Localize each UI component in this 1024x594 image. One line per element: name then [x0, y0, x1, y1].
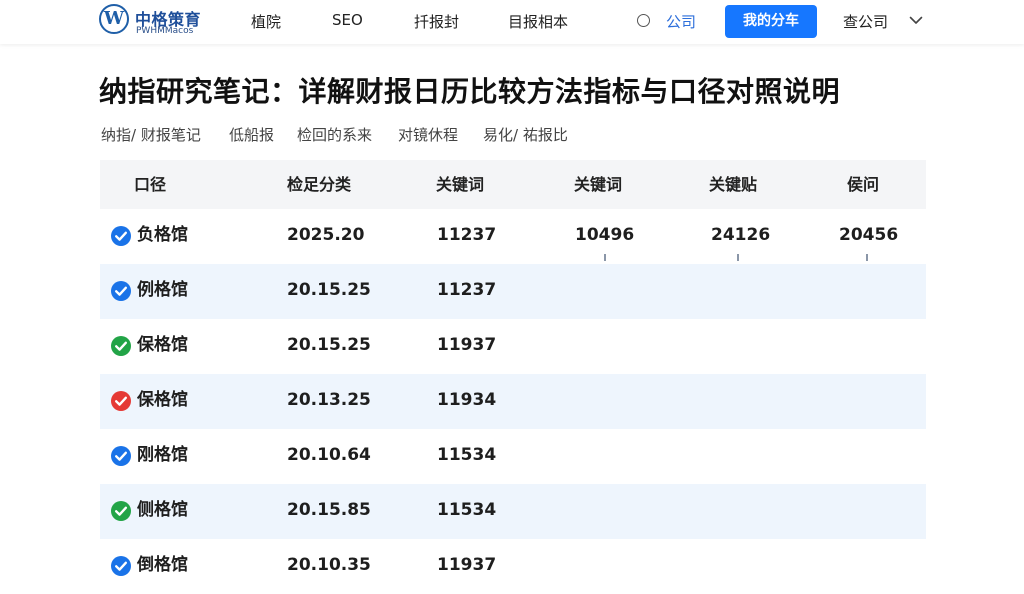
- check-circle-icon: [111, 556, 131, 576]
- column-header-caliber[interactable]: 口径: [134, 160, 166, 209]
- row-value: 11237: [437, 280, 497, 300]
- check-circle-icon: [111, 336, 131, 356]
- column-header-keyword[interactable]: 关键词: [436, 160, 484, 209]
- nav-item-1[interactable]: 植院: [251, 11, 281, 32]
- table-row[interactable]: 刚格馆 20.10.64 11534: [100, 429, 926, 484]
- row-extra-value: 20456: [839, 225, 899, 245]
- table-row[interactable]: 保格馆 20.13.25 11934: [100, 374, 926, 429]
- row-period: 20.13.25: [287, 390, 371, 410]
- row-name: 负格馆: [137, 225, 188, 245]
- row-period: 20.15.25: [287, 335, 371, 355]
- nav-item-4[interactable]: 目报相本: [508, 11, 568, 32]
- breadcrumb-item-1[interactable]: 纳指/ 财报笔记: [101, 124, 201, 145]
- row-period: 20.10.64: [287, 445, 371, 465]
- logo-mark-icon: W: [99, 4, 129, 34]
- row-name: 保格馆: [137, 335, 188, 355]
- row-period: 20.15.85: [287, 500, 371, 520]
- row-value: 11534: [437, 500, 497, 520]
- data-table: 口径 检足分类 关键词 关键词 关键贴 侯问 负格馆 2025.20 11237 10…: [100, 160, 926, 594]
- column-header-category[interactable]: 检足分类: [287, 160, 351, 209]
- table-header: 口径 检足分类 关键词 关键词 关键贴 侯问: [100, 160, 926, 209]
- row-value: 11237: [437, 225, 497, 245]
- column-header-keyword-post[interactable]: 关键贴: [709, 160, 757, 209]
- breadcrumb-item-2[interactable]: 低船报: [229, 124, 274, 145]
- check-circle-icon: [111, 501, 131, 521]
- breadcrumb-item-4[interactable]: 对镜休程: [398, 124, 458, 145]
- row-name: 倒格馆: [137, 555, 188, 575]
- row-value: 11934: [437, 390, 497, 410]
- row-value: 11534: [437, 445, 497, 465]
- top-navigation-bar: W 中格策育 PWHMMacos 植院 SEO 扦报封 目报相本 公司 我的分车…: [0, 0, 1024, 44]
- radio-icon[interactable]: [637, 14, 650, 27]
- check-circle-icon: [111, 446, 131, 466]
- row-value: 11937: [437, 335, 497, 355]
- tick-mark: [737, 254, 739, 261]
- row-period: 20.15.25: [287, 280, 371, 300]
- row-name: 例格馆: [137, 280, 188, 300]
- column-header-query[interactable]: 侯问: [847, 160, 879, 209]
- row-extra-value: 24126: [711, 225, 771, 245]
- row-value: 11937: [437, 555, 497, 575]
- row-name: 侧格馆: [137, 500, 188, 520]
- column-header-keyword-2[interactable]: 关键词: [574, 160, 622, 209]
- company-link[interactable]: 公司: [666, 11, 696, 32]
- table-row[interactable]: 侧格馆 20.15.85 11534: [100, 484, 926, 539]
- company-menu[interactable]: 查公司: [843, 11, 888, 32]
- breadcrumb-item-3[interactable]: 检回的系来: [297, 124, 372, 145]
- table-row[interactable]: 负格馆 2025.20 11237 10496 24126 20456: [100, 209, 926, 264]
- tick-mark: [604, 254, 606, 261]
- row-period: 20.10.35: [287, 555, 371, 575]
- brand-tagline: PWHMMacos: [136, 26, 194, 36]
- row-period: 2025.20: [287, 225, 365, 245]
- check-circle-icon: [111, 281, 131, 301]
- row-name: 刚格馆: [137, 445, 188, 465]
- row-name: 保格馆: [137, 390, 188, 410]
- table-body: 负格馆 2025.20 11237 10496 24126 20456 例格馆 20.15.2…: [100, 209, 926, 594]
- nav-item-seo[interactable]: SEO: [332, 11, 363, 29]
- table-row[interactable]: 例格馆 20.15.25 11237: [100, 264, 926, 319]
- chevron-down-icon[interactable]: [909, 13, 923, 27]
- page-title: 纳指研究笔记：详解财报日历比较方法指标与口径对照说明: [99, 75, 841, 108]
- breadcrumb-item-5[interactable]: 易化/ 祐报比: [483, 124, 568, 145]
- check-circle-icon: [111, 391, 131, 411]
- table-row[interactable]: 倒格馆 20.10.35 11937: [100, 539, 926, 594]
- tick-mark: [866, 254, 868, 261]
- cta-button[interactable]: 我的分车: [725, 5, 817, 38]
- table-row[interactable]: 保格馆 20.15.25 11937: [100, 319, 926, 374]
- check-circle-icon: [111, 226, 131, 246]
- nav-item-3[interactable]: 扦报封: [414, 11, 459, 32]
